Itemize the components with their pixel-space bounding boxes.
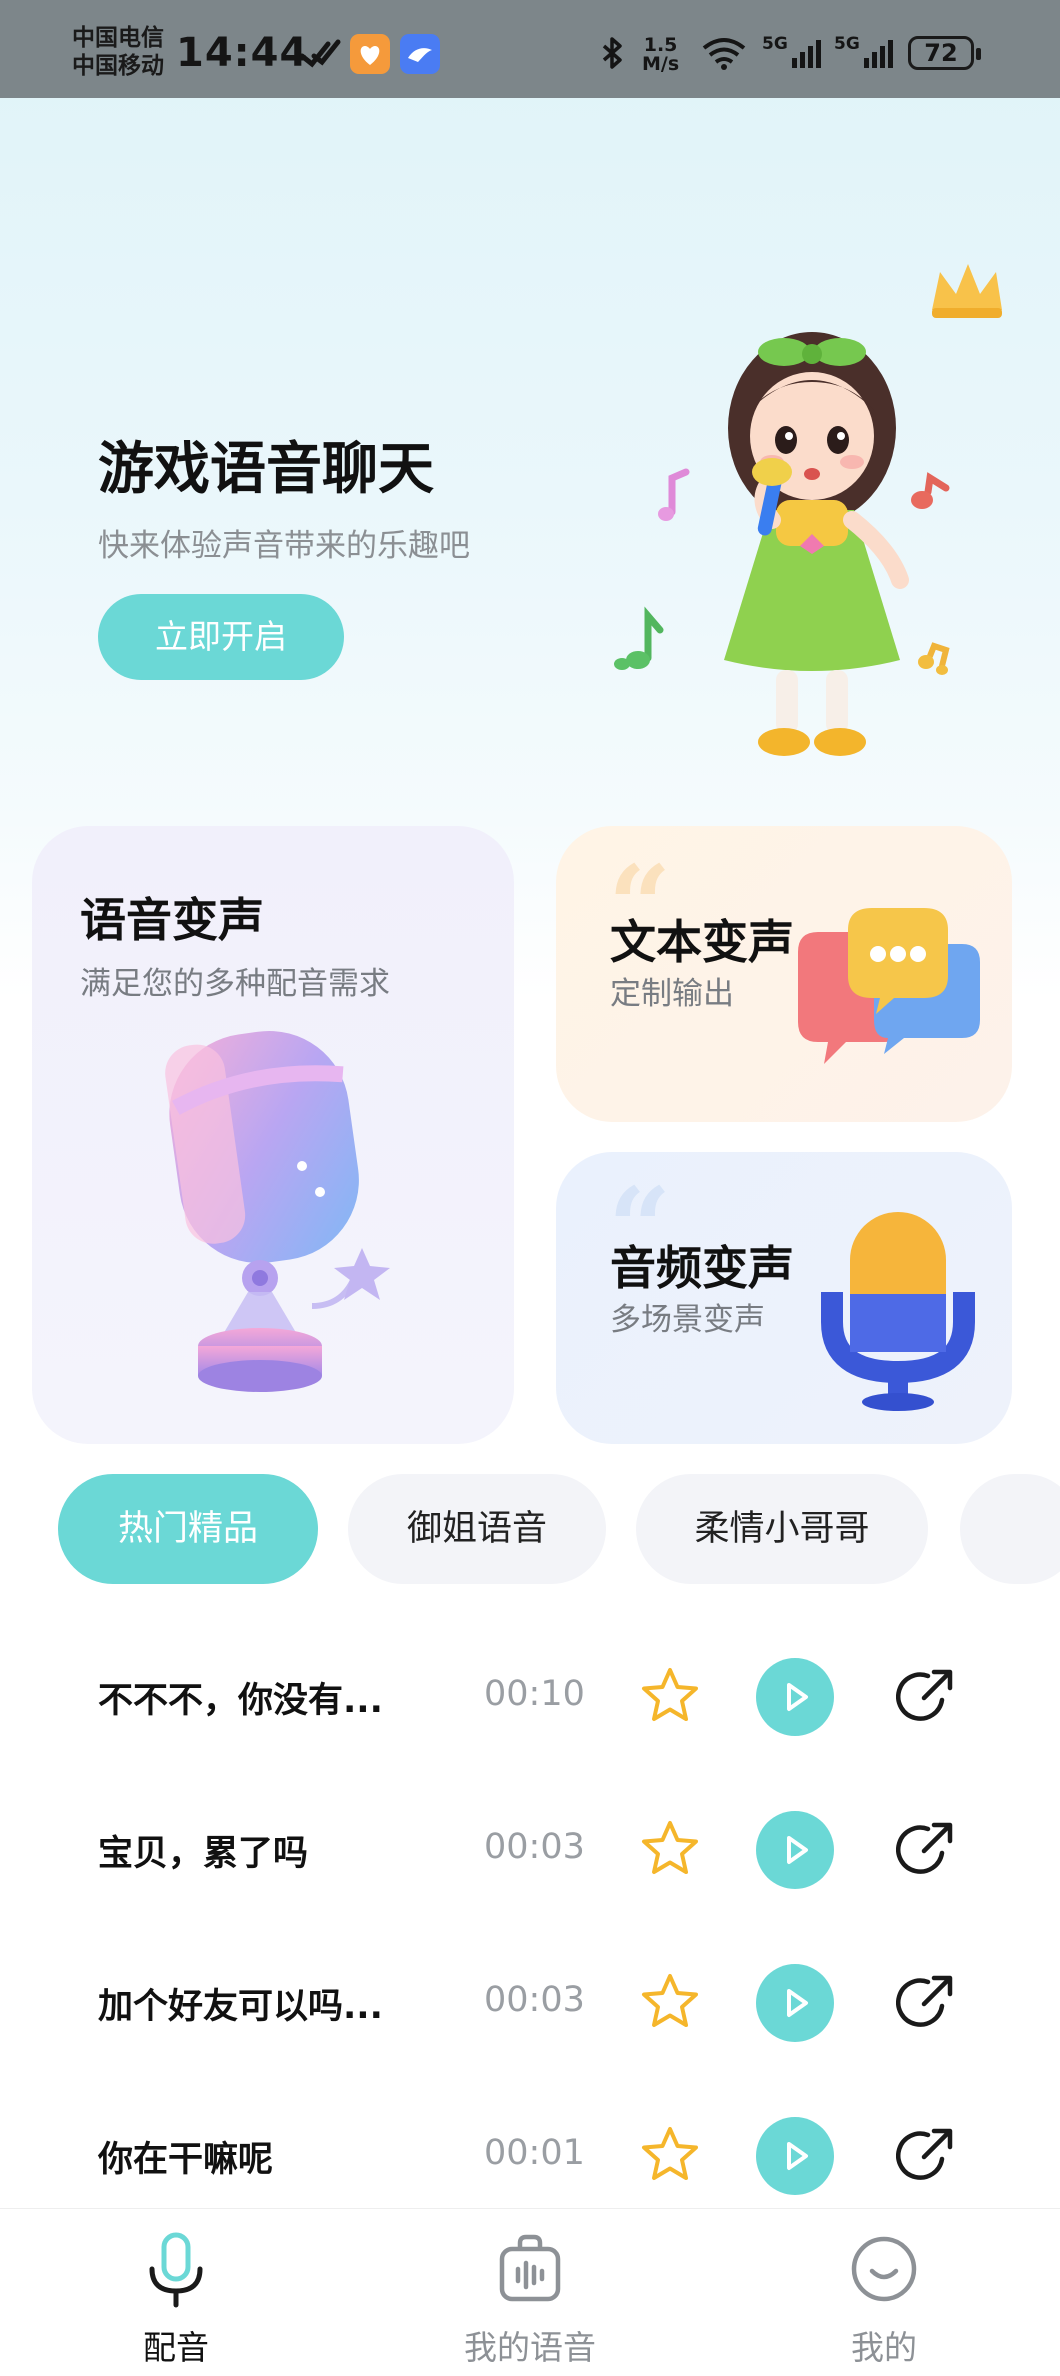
text-change-subtitle: 定制输出 <box>610 976 734 1012</box>
status-time: 14:44 <box>176 30 309 76</box>
play-icon <box>787 1836 808 1864</box>
share-icon[interactable] <box>896 1666 956 1726</box>
voice-title: 你在干嘛呢 <box>98 2140 274 2180</box>
favorite-star-icon[interactable] <box>638 1970 702 2034</box>
voice-title: 宝贝，累了吗 <box>98 1834 309 1874</box>
tab-hot[interactable]: 热门精品 <box>58 1474 318 1584</box>
voice-title: 加个好友可以吗... <box>98 1987 383 2027</box>
network-speed: 1.5 M/s <box>642 34 680 75</box>
audio-change-title: 音频变声 <box>610 1241 794 1295</box>
carrier-2: 中国移动 <box>72 53 164 79</box>
favorite-star-icon[interactable] <box>638 1664 702 1728</box>
voice-duration: 00:01 <box>484 2133 585 2173</box>
play-button[interactable] <box>756 1658 834 1736</box>
microphone-illustration <box>165 1030 390 1392</box>
girl-figure <box>724 332 909 756</box>
text-change-title: 文本变声 <box>610 915 794 969</box>
start-now-button[interactable]: 立即开启 <box>98 594 344 680</box>
carrier-1: 中国电信 <box>72 25 164 51</box>
signal-2-icon <box>864 40 893 68</box>
girl-singer-illustration <box>614 264 1002 756</box>
nav-my-voice-label: 我的语音 <box>464 2328 596 2367</box>
voice-change-subtitle: 满足您的多种配音需求 <box>80 966 390 1002</box>
health-app-icon <box>350 34 390 74</box>
battery-indicator: 72 <box>908 36 981 70</box>
play-button[interactable] <box>756 1964 834 2042</box>
music-note-icon <box>911 472 950 509</box>
app-screen: 中国电信 中国移动 14:44 1.5 M/s 5G 5G 72 游戏语音聊天 … <box>0 0 1060 2376</box>
status-bar: 中国电信 中国移动 14:44 1.5 M/s 5G 5G 72 <box>0 0 1060 98</box>
share-icon[interactable] <box>896 1819 956 1879</box>
share-icon[interactable] <box>896 2125 956 2185</box>
list-item[interactable]: 不不不，你没有... 00:10 <box>0 1622 1060 1772</box>
nav-my-voice[interactable]: 我的语音 <box>430 2209 630 2376</box>
nav-mine[interactable]: 我的 <box>784 2209 984 2376</box>
play-icon <box>787 1989 808 2017</box>
nav-mine-label: 我的 <box>851 2328 917 2367</box>
voice-change-title: 语音变声 <box>80 893 264 947</box>
play-button[interactable] <box>756 2117 834 2195</box>
play-icon <box>787 1683 808 1711</box>
play-button[interactable] <box>756 1811 834 1889</box>
signal-1-icon <box>792 40 821 68</box>
bird-app-icon <box>400 34 440 74</box>
music-note-icon <box>918 642 950 675</box>
category-tabs: 热门精品 御姐语音 柔情小哥哥 <box>0 1474 1060 1584</box>
nav-dubbing-label: 配音 <box>143 2328 209 2367</box>
voice-change-card[interactable]: 语音变声 满足您的多种配音需求 <box>32 826 514 1444</box>
chat-bubbles-icon <box>798 908 980 1064</box>
share-icon[interactable] <box>896 1972 956 2032</box>
bottom-navigation: 配音 我的语音 我的 <box>0 2208 1060 2376</box>
voice-duration: 00:03 <box>484 1980 585 2020</box>
nav-dubbing[interactable]: 配音 <box>76 2209 276 2376</box>
crown-icon <box>932 264 1002 318</box>
microphone-icon <box>149 2232 203 2308</box>
favorite-star-icon[interactable] <box>638 1817 702 1881</box>
music-note-icon <box>614 606 664 670</box>
checkmark-link-icon <box>299 39 341 68</box>
hero-title: 游戏语音聊天 <box>98 437 434 502</box>
voice-title: 不不不，你没有... <box>98 1681 383 1721</box>
bluetooth-icon <box>602 37 622 69</box>
hero-subtitle: 快来体验声音带来的乐趣吧 <box>98 528 470 564</box>
wifi-icon <box>702 38 746 70</box>
audio-change-subtitle: 多场景变声 <box>610 1302 765 1338</box>
text-change-card[interactable]: “ 文本变声 定制输出 <box>556 826 1012 1122</box>
tab-yujie[interactable]: 御姐语音 <box>348 1474 606 1584</box>
voice-duration: 00:10 <box>484 1674 585 1714</box>
tab-gentle-brother[interactable]: 柔情小哥哥 <box>636 1474 928 1584</box>
list-item[interactable]: 宝贝，累了吗 00:03 <box>0 1775 1060 1925</box>
list-item[interactable]: 加个好友可以吗... 00:03 <box>0 1928 1060 2078</box>
voice-bag-icon <box>499 2234 561 2302</box>
podcast-mic-icon <box>821 1212 975 1411</box>
favorite-star-icon[interactable] <box>638 2123 702 2187</box>
play-icon <box>787 2142 808 2170</box>
voice-duration: 00:03 <box>484 1827 585 1867</box>
audio-change-card[interactable]: “ 音频变声 多场景变声 <box>556 1152 1012 1444</box>
smile-face-icon <box>851 2236 917 2302</box>
tab-more[interactable] <box>960 1474 1060 1584</box>
music-note-icon <box>658 468 690 521</box>
carrier-labels: 中国电信 中国移动 <box>72 24 164 80</box>
